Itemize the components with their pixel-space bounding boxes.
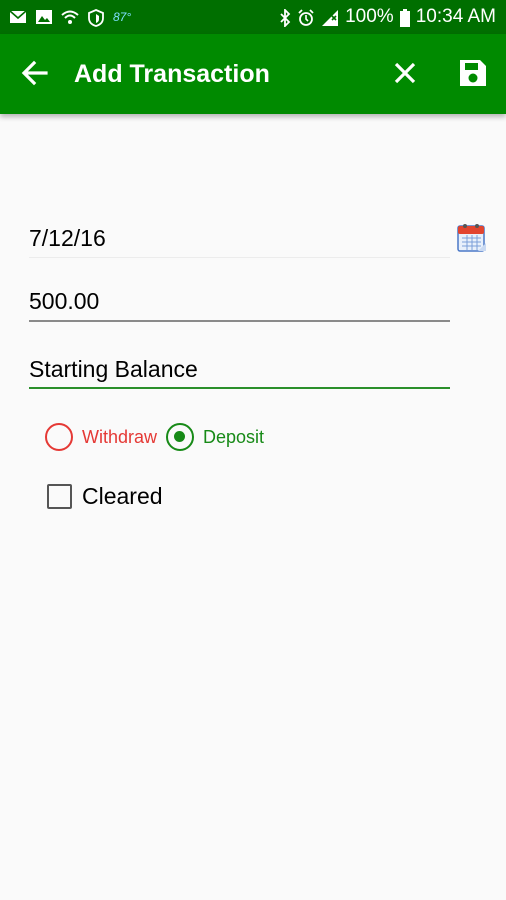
description-field[interactable]: Starting Balance <box>29 353 450 389</box>
alarm-icon <box>297 9 315 26</box>
description-value: Starting Balance <box>29 356 198 382</box>
page-title: Add Transaction <box>74 60 270 88</box>
transaction-type-group: Withdraw Deposit <box>45 421 264 453</box>
status-bar: 87° 100% 10:34 AM <box>0 0 506 34</box>
wifi-icon <box>61 9 79 25</box>
clock-text: 10:34 AM <box>415 6 496 27</box>
deposit-radio[interactable] <box>166 423 195 451</box>
signal-icon <box>321 9 339 26</box>
amount-field[interactable]: 500.00 <box>29 285 450 322</box>
gallery-icon <box>35 9 53 25</box>
close-button[interactable] <box>388 56 422 90</box>
cleared-row: Cleared <box>47 482 163 510</box>
temperature-text: 87° <box>113 10 132 24</box>
date-value: 7/12/16 <box>29 225 106 251</box>
close-icon <box>394 62 416 84</box>
bluetooth-icon <box>279 7 291 29</box>
status-bar-right: 100% 10:34 AM <box>279 5 496 29</box>
status-bar-left: 87° <box>9 6 131 28</box>
back-button[interactable] <box>18 56 52 90</box>
battery-percent-text: 100% <box>345 6 394 27</box>
withdraw-radio[interactable] <box>45 423 73 451</box>
cleared-checkbox[interactable] <box>47 483 72 509</box>
calendar-icon <box>457 224 486 252</box>
date-field[interactable]: 7/12/16 <box>29 222 450 258</box>
app-bar: Add Transaction <box>0 34 506 114</box>
calendar-button[interactable] <box>456 221 488 253</box>
withdraw-label[interactable]: Withdraw <box>82 427 157 448</box>
battery-icon <box>399 9 410 27</box>
email-icon <box>9 9 27 25</box>
deposit-label[interactable]: Deposit <box>203 427 264 448</box>
save-button[interactable] <box>456 56 490 90</box>
back-arrow-icon <box>21 60 48 86</box>
cleared-label[interactable]: Cleared <box>82 483 163 510</box>
save-icon <box>460 60 486 86</box>
amount-value: 500.00 <box>29 288 100 314</box>
shield-icon <box>87 9 105 27</box>
